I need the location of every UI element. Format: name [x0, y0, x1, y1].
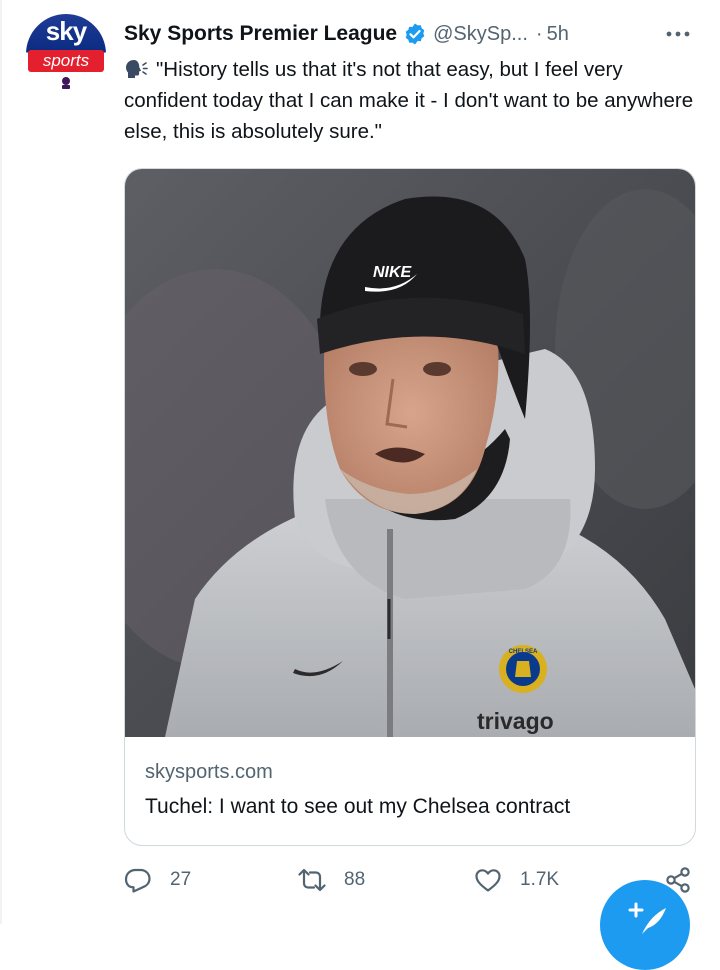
timestamp[interactable]: 5h: [547, 23, 569, 46]
avatar[interactable]: sky sports: [26, 14, 106, 96]
separator: ·: [535, 22, 543, 45]
display-name[interactable]: Sky Sports Premier League: [124, 22, 397, 46]
avatar-brand-bottom: sports: [42, 51, 90, 70]
reply-button[interactable]: 27: [124, 862, 191, 898]
tweet-header: Sky Sports Premier League @SkySp... · 5h: [124, 18, 569, 50]
tweet-text: "History tells us that it's not that eas…: [124, 58, 694, 143]
like-count: 1.7K: [520, 869, 560, 890]
speaking-head-icon: [126, 60, 148, 78]
verified-badge-icon: [405, 23, 425, 45]
more-icon[interactable]: [664, 24, 692, 44]
retweet-button[interactable]: 88: [298, 862, 365, 898]
avatar-brand-top: sky: [45, 16, 87, 46]
handle[interactable]: @SkySp...: [433, 23, 528, 46]
compose-tweet-button[interactable]: [600, 880, 690, 970]
card-title: Tuchel: I want to see out my Chelsea con…: [145, 795, 571, 818]
crest-text: CHELSEA: [509, 649, 538, 655]
card-domain: skysports.com: [145, 761, 273, 783]
link-card[interactable]: NIKE CHELSEA trivago skysports.com Tuche…: [124, 168, 696, 846]
compose-tweet-icon: [628, 902, 666, 934]
reply-icon: [124, 868, 151, 893]
tweet-body: "History tells us that it's not that eas…: [124, 54, 694, 147]
beanie-logo-text: NIKE: [373, 264, 413, 281]
premier-league-icon: [62, 77, 70, 89]
card-image: NIKE CHELSEA trivago: [125, 169, 695, 737]
sponsor-text: trivago: [477, 708, 554, 734]
like-button[interactable]: 1.7K: [474, 862, 559, 898]
heart-icon: [475, 869, 501, 892]
retweet-icon: [298, 868, 326, 892]
retweet-count: 88: [344, 869, 366, 890]
left-border: [0, 0, 2, 924]
reply-count: 27: [170, 869, 192, 890]
